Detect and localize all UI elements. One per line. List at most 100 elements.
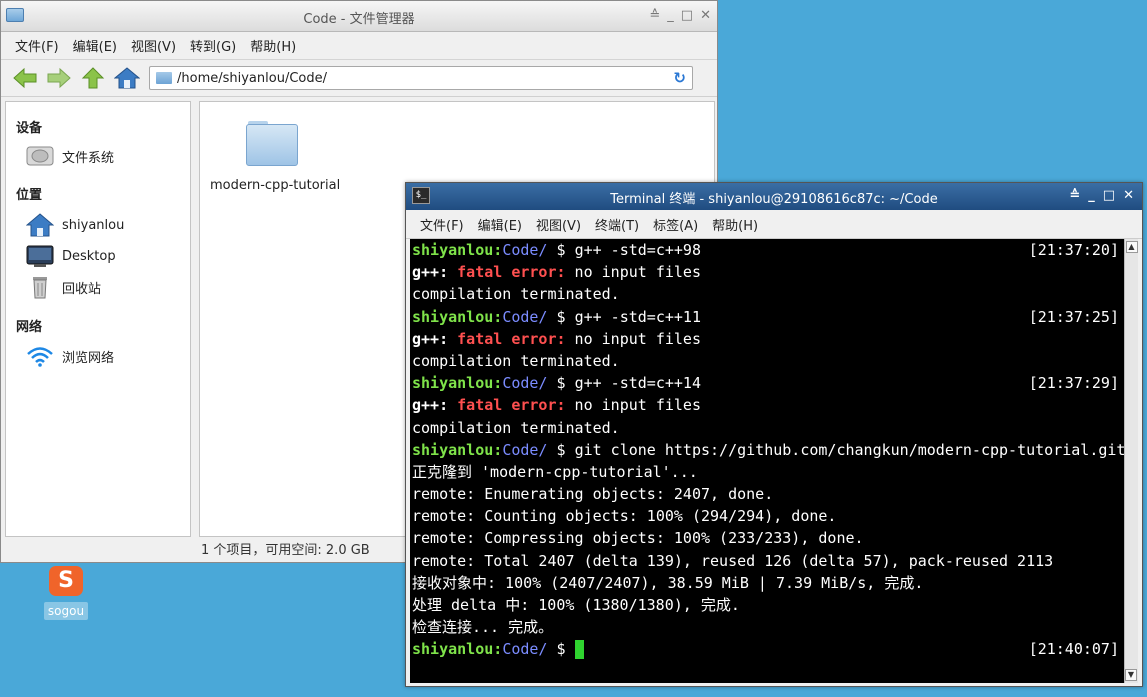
menu-help[interactable]: 帮助(H) <box>250 36 296 55</box>
terminal-line: g++: fatal error: no input files <box>410 328 1125 350</box>
prompt-user: shiyanlou <box>412 440 494 459</box>
output-text: remote: Compressing objects: 100% (233/2… <box>412 529 864 548</box>
prompt-separator: : <box>493 374 503 393</box>
command-text: g++ -std=c++11 <box>574 307 701 326</box>
location-path[interactable]: /home/shiyanlou/Code/ <box>177 71 327 86</box>
home-icon <box>26 213 54 237</box>
sidebar-heading-places: 位置 <box>16 188 43 203</box>
terminal-line: shiyanlou:Code/ $ g++ -std=c++14 [21:37:2… <box>410 372 1125 394</box>
folder-item[interactable]: modern-cpp-tutorial <box>210 121 350 193</box>
sidebar-item-label: shiyanlou <box>62 217 125 233</box>
prompt-symbol: $ <box>547 374 575 393</box>
terminal-menubar: 文件(F) 编辑(E) 视图(V) 终端(T) 标签(A) 帮助(H) <box>406 210 1142 239</box>
prompt-user: shiyanlou <box>412 307 494 326</box>
sidebar-item-trash[interactable]: 回收站 <box>26 275 101 299</box>
trash-icon <box>26 275 54 299</box>
terminal-titlebar[interactable]: $_ Terminal 终端 - shiyanlou@29108616c87c:… <box>406 183 1142 210</box>
menu-go[interactable]: 转到(G) <box>190 36 236 55</box>
fm-toolbar: /home/shiyanlou/Code/ ↻ <box>1 60 717 97</box>
sidebar-item-label: 文件系统 <box>62 150 115 166</box>
scroll-down-icon[interactable]: ▼ <box>1125 669 1137 681</box>
command-text: git clone https://github.com/changkun/mo… <box>574 440 1125 459</box>
reload-icon[interactable]: ↻ <box>673 69 686 87</box>
error-label: fatal error: <box>457 396 566 415</box>
output-text: remote: Enumerating objects: 2407, done. <box>412 485 774 504</box>
prompt-separator: : <box>493 307 503 326</box>
terminal-line: compilation terminated. <box>410 350 1125 372</box>
home-icon[interactable] <box>113 65 141 91</box>
menu-edit[interactable]: 编辑(E) <box>478 215 522 234</box>
terminal-scrollbar[interactable]: ▲ ▼ <box>1124 239 1138 683</box>
sidebar: 设备 文件系统 位置 shiyanlou Desktop 回收站 网络 浏览网络 <box>5 101 191 537</box>
error-message: no input files <box>565 263 701 282</box>
sidebar-item-home[interactable]: shiyanlou <box>26 213 124 237</box>
terminal-line: shiyanlou:Code/ $ g++ -std=c++11 [21:37:2… <box>410 306 1125 328</box>
error-source: g++: <box>412 263 449 282</box>
wifi-icon <box>26 344 54 368</box>
output-text: remote: Total 2407 (delta 139), reused 1… <box>412 551 1054 570</box>
menu-terminal[interactable]: 终端(T) <box>595 215 639 234</box>
up-arrow-icon[interactable] <box>79 65 107 91</box>
shade-button[interactable]: ≙ <box>1069 188 1080 203</box>
command-text: g++ -std=c++98 <box>574 241 701 259</box>
sidebar-item-label: 浏览网络 <box>62 350 115 366</box>
menu-view[interactable]: 视图(V) <box>131 36 176 55</box>
timestamp: [21:40:07] <box>1028 640 1119 659</box>
terminal-window: $ _ Terminal 终端 - shiyanlou@29108616c87c:… <box>405 182 1143 687</box>
error-label: fatal error: <box>457 263 566 282</box>
terminal-line: remote: Counting objects: 100% (294/294)… <box>410 505 1125 527</box>
terminal-line: shiyanlou:Code/ $ [21:40:07] <box>410 638 1125 660</box>
error-message: no input files <box>565 329 701 348</box>
maximize-button[interactable]: □ <box>1103 188 1115 203</box>
sidebar-item-filesystem[interactable]: 文件系统 <box>26 144 114 168</box>
prompt-separator: : <box>493 241 503 259</box>
sidebar-item-browse-network[interactable]: 浏览网络 <box>26 344 114 368</box>
output-text: 检查连接... 完成。 <box>412 618 554 637</box>
shade-button[interactable]: ≙ <box>649 8 660 23</box>
sidebar-item-desktop[interactable]: Desktop <box>26 244 116 268</box>
close-button[interactable]: ✕ <box>700 8 711 23</box>
location-bar[interactable]: /home/shiyanlou/Code/ ↻ <box>149 66 693 90</box>
prompt-user: shiyanlou <box>412 640 494 659</box>
prompt-dir: Code/ <box>502 640 548 659</box>
prompt-dir: Code/ <box>502 440 548 459</box>
back-arrow-icon[interactable] <box>11 65 39 91</box>
terminal-line: g++: fatal error: no input files <box>410 394 1125 416</box>
menu-tabs[interactable]: 标签(A) <box>653 215 698 234</box>
terminal-line: 处理 delta 中: 100% (1380/1380), 完成. <box>410 594 1125 616</box>
sidebar-item-label: 回收站 <box>62 281 102 297</box>
terminal-screen[interactable]: shiyanlou:Code/ $ g++ -std=c++98 [21:37:2… <box>410 239 1125 683</box>
prompt-symbol: $ <box>547 440 575 459</box>
prompt-separator: : <box>493 640 503 659</box>
timestamp: [21:37:25] <box>1028 307 1119 326</box>
fm-titlebar[interactable]: Code - 文件管理器 ≙ _ □ ✕ <box>1 1 717 32</box>
close-button[interactable]: ✕ <box>1123 188 1134 203</box>
prompt-user: shiyanlou <box>412 374 494 393</box>
forward-arrow-icon[interactable] <box>45 65 73 91</box>
menu-file[interactable]: 文件(F) <box>420 215 464 234</box>
desktop-icon-sogou[interactable]: S sogou <box>42 566 90 620</box>
prompt-symbol: $ <box>547 307 575 326</box>
prompt-dir: Code/ <box>502 241 548 259</box>
terminal-line: remote: Compressing objects: 100% (233/2… <box>410 527 1125 549</box>
menu-file[interactable]: 文件(F) <box>15 36 59 55</box>
minimize-button[interactable]: _ <box>1088 188 1095 203</box>
minimize-button[interactable]: _ <box>667 8 674 23</box>
terminal-line: 接收对象中: 100% (2407/2407), 38.59 MiB | 7.3… <box>410 572 1125 594</box>
sidebar-heading-network: 网络 <box>16 320 43 335</box>
status-bar: 1 个项目，可用空间: 2.0 GB <box>201 543 370 558</box>
prompt-dir: Code/ <box>502 374 548 393</box>
prompt-user: shiyanlou <box>412 241 494 259</box>
desktop-icon <box>26 244 54 268</box>
menu-help[interactable]: 帮助(H) <box>712 215 758 234</box>
maximize-button[interactable]: □ <box>681 8 693 23</box>
terminal-cursor <box>574 640 584 660</box>
drive-icon <box>26 144 54 168</box>
output-text: remote: Counting objects: 100% (294/294)… <box>412 507 837 526</box>
menu-edit[interactable]: 编辑(E) <box>73 36 117 55</box>
menu-view[interactable]: 视图(V) <box>536 215 581 234</box>
timestamp: [21:37:20] <box>1028 241 1119 259</box>
scroll-up-icon[interactable]: ▲ <box>1125 241 1138 253</box>
